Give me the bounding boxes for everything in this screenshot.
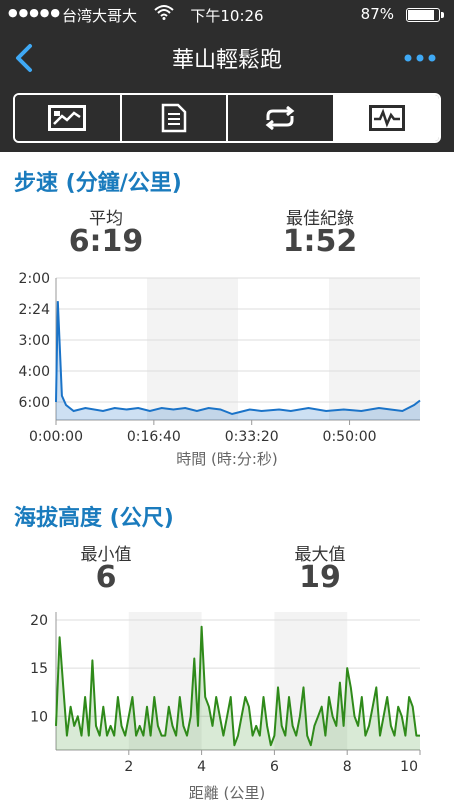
- pace-y-tick-label: 6:00: [19, 395, 50, 411]
- document-list-icon: [161, 103, 186, 133]
- pace-x-tick-label: 0:33:20: [225, 429, 279, 442]
- battery-percent: 87%: [360, 5, 394, 23]
- elevation-x-axis-label: 距離 (公里): [188, 784, 266, 802]
- more-button[interactable]: [402, 48, 438, 68]
- pace-y-tick-label: 2:24: [19, 302, 51, 318]
- elevation-section-title: 海拔高度 (公尺): [14, 506, 174, 531]
- elevation-x-tick-label: 4: [197, 759, 206, 775]
- pace-avg-value: 6:19: [68, 224, 144, 259]
- elevation-max-value: 19: [299, 560, 341, 595]
- pace-chart-band: [329, 278, 420, 420]
- pace-x-axis-label: 時間 (時:分:秒): [176, 450, 278, 468]
- tab-details[interactable]: [121, 95, 228, 141]
- elevation-y-tick-label: 15: [30, 661, 48, 677]
- elevation-min-value: 6: [95, 560, 117, 595]
- elevation-y-tick-label: 20: [30, 613, 48, 629]
- page-title: 華山輕鬆跑: [171, 48, 282, 73]
- repeat-icon: [265, 106, 295, 130]
- pace-y-tick-label: 4:00: [19, 364, 50, 380]
- battery-fill: [408, 10, 435, 20]
- more-dots-icon: [404, 54, 436, 62]
- pace-x-tick-label: 0:00:00: [29, 429, 83, 442]
- status-bar: ●●●●● 台湾大哥大 下午10:26 87%: [0, 0, 454, 28]
- pace-chart: 2:00 2:24 3:00 4:00 6:00 0:00:00 0:16:40 0:33:2…: [0, 270, 454, 470]
- pace-x-tick-label: 0:16:40: [127, 429, 181, 442]
- pace-x-tick-label: 0:50:00: [323, 429, 377, 442]
- nav-bar: 華山輕鬆跑: [0, 28, 454, 90]
- tab-map[interactable]: [15, 95, 122, 141]
- elevation-chart: 10 15 20 2 4 6 8 10 距離 (公里): [0, 606, 454, 806]
- elevation-x-tick-label: 6: [270, 759, 279, 775]
- pace-y-tick-label: 3:00: [19, 333, 50, 349]
- elevation-x-tick-label: 2: [124, 759, 133, 775]
- chart-icon: [368, 105, 405, 131]
- elevation-series-line: [55, 625, 420, 747]
- elevation-chart-svg: 10 15 20 2 4 6 8 10: [30, 612, 421, 775]
- pace-chart-svg: 2:00 2:24 3:00 4:00 6:00 0:00:00 0:16:40 0:33:2…: [19, 271, 421, 445]
- tabs-bar: [0, 90, 454, 152]
- pace-best-value: 1:52: [282, 224, 358, 259]
- pace-chart-band: [147, 278, 238, 420]
- tab-charts[interactable]: [334, 95, 439, 141]
- battery-icon: [406, 8, 444, 22]
- elevation-x-tick-label: 8: [343, 759, 352, 775]
- tab-laps[interactable]: [228, 95, 335, 141]
- pace-y-tick-label: 2:00: [19, 271, 50, 287]
- elevation-y-tick-label: 10: [30, 709, 48, 725]
- elevation-x-tick-label: 10: [400, 759, 418, 775]
- map-icon: [48, 105, 87, 131]
- pace-section-title: 步速 (分鐘/公里): [14, 171, 182, 196]
- segmented-tabs: [13, 93, 441, 143]
